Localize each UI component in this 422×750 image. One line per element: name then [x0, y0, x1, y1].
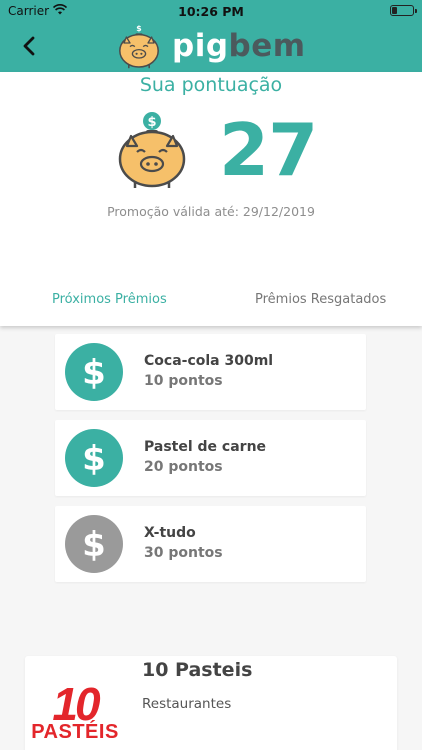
- prize-name: Coca-cola 300ml: [144, 353, 274, 369]
- store-name: 10 Pasteis: [142, 659, 253, 681]
- piggy-bank-icon: $: [118, 112, 186, 188]
- clock: 10:26 PM: [178, 4, 244, 19]
- prize-name: Pastel de carne: [144, 439, 267, 455]
- prize-item[interactable]: $ Pastel de carne 20 pontos: [55, 420, 366, 496]
- dollar-coin-icon: $: [65, 515, 123, 573]
- prize-name: X-tudo: [144, 525, 196, 541]
- top-bar: Carrier 10:26 PM $ pigbem: [0, 0, 422, 72]
- svg-text:$: $: [82, 439, 106, 479]
- svg-text:$: $: [82, 353, 106, 393]
- dollar-coin-icon: $: [65, 343, 123, 401]
- brand-word-pig: pig: [172, 28, 229, 64]
- prize-item[interactable]: $ Coca-cola 300ml 10 pontos: [55, 334, 366, 410]
- store-logo: 10 PASTÉIS: [31, 678, 119, 742]
- svg-text:$: $: [136, 24, 141, 33]
- battery-icon: [390, 5, 417, 16]
- score-title: Sua pontuação: [139, 74, 283, 96]
- promo-validity: Promoção válida até: 29/12/2019: [107, 204, 315, 219]
- svg-text:$: $: [147, 115, 156, 130]
- svg-text:$: $: [82, 525, 106, 565]
- brand-logo: $ pigbem: [118, 22, 318, 70]
- svg-text:PASTÉIS: PASTÉIS: [31, 720, 119, 742]
- dollar-coin-icon: $: [65, 429, 123, 487]
- brand-wordmark: pigbem: [172, 28, 306, 64]
- store-category: Restaurantes: [142, 696, 232, 712]
- brand-word-bem: bem: [228, 28, 306, 64]
- score-panel: Sua pontuação $ 27 Promoção válida até: …: [0, 72, 422, 326]
- tab-next-prizes[interactable]: Próximos Prêmios: [52, 292, 167, 307]
- prize-points: 10 pontos: [144, 373, 223, 389]
- back-button[interactable]: [18, 34, 42, 58]
- store-card[interactable]: 10 PASTÉIS 10 Pasteis Restaurantes: [25, 656, 397, 750]
- prize-points: 20 pontos: [144, 459, 223, 475]
- piggy-bank-icon: $: [119, 22, 159, 69]
- status-bar: Carrier 10:26 PM: [0, 0, 422, 22]
- tab-redeemed-prizes[interactable]: Prêmios Resgatados: [255, 292, 386, 307]
- prize-item[interactable]: $ X-tudo 30 pontos: [55, 506, 366, 582]
- prize-points: 30 pontos: [144, 545, 223, 561]
- score-value: 27: [219, 108, 318, 192]
